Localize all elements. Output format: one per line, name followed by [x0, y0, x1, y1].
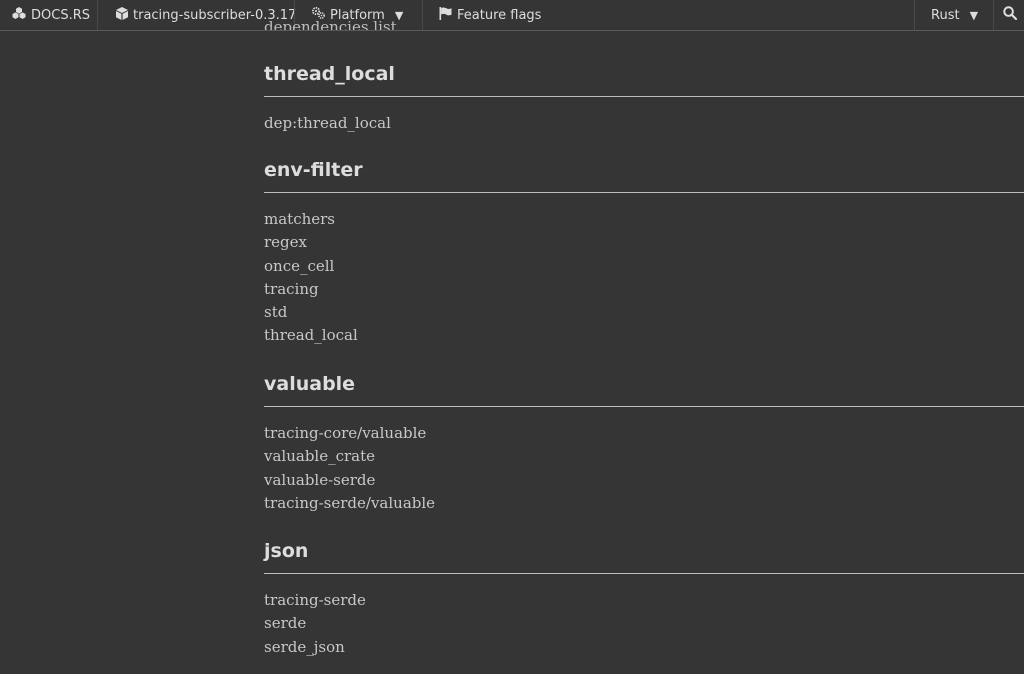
caret-down-icon: ▼ — [969, 8, 979, 22]
rust-menu-button[interactable]: Rust ▼ — [931, 0, 978, 30]
list-item: once_cell — [264, 256, 335, 275]
list-item: serde_json — [264, 637, 345, 656]
feature-flags-link[interactable]: Feature flags — [439, 0, 541, 30]
feature-heading: valuable — [264, 371, 1024, 407]
docsrs-label: DOCS.RS — [31, 7, 90, 23]
feature-section-valuable: valuable tracing-core/valuable valuable_… — [264, 371, 1024, 515]
list-item: tracing-serde — [264, 591, 366, 609]
feature-flags-label: Feature flags — [457, 7, 542, 23]
feature-section-thread-local: thread_local dep:thread_local — [264, 61, 1024, 135]
list-item: dep:thread_local — [264, 114, 391, 132]
list-item: matchers — [264, 210, 336, 228]
top-navigation-bar: DOCS.RS tracing-subscriber-0.3.17 Platfo… — [0, 0, 1024, 31]
clipped-text-line: dependencies list — [264, 18, 397, 31]
flag-icon — [439, 6, 452, 24]
list-item: tracing — [264, 279, 319, 298]
clipped-text: dependencies list — [264, 18, 397, 31]
list-item: valuable_crate — [264, 447, 376, 466]
feature-heading: thread_local — [264, 61, 1024, 97]
feature-heading: json — [264, 538, 1024, 574]
nav-divider — [97, 0, 98, 30]
list-item: valuable-serde — [264, 470, 376, 489]
feature-dependency-list: tracing-core/valuable valuable_crate val… — [264, 422, 1024, 515]
feature-dependency-list: matchers regex once_cell tracing std thr… — [264, 208, 1024, 348]
docsrs-cubes-icon — [12, 7, 26, 23]
search-button[interactable] — [1003, 0, 1018, 30]
nav-divider — [422, 0, 423, 30]
cube-icon — [116, 6, 128, 24]
feature-heading: env-filter — [264, 157, 1024, 193]
nav-divider — [914, 0, 915, 30]
list-item: thread_local — [264, 326, 358, 345]
docsrs-home-link[interactable]: DOCS.RS — [12, 0, 90, 30]
feature-section-env-filter: env-filter matchers regex once_cell trac… — [264, 157, 1024, 348]
rust-label: Rust — [931, 7, 960, 23]
list-item: tracing-core/valuable — [264, 424, 427, 442]
search-icon — [1003, 6, 1018, 24]
feature-section-json: json tracing-serde serde serde_json — [264, 538, 1024, 659]
list-item: serde — [264, 614, 307, 633]
feature-dependency-list: dep:thread_local — [264, 112, 1024, 135]
nav-divider — [993, 0, 994, 30]
list-item: regex — [264, 233, 307, 252]
list-item: std — [264, 303, 288, 322]
feature-dependency-list: tracing-serde serde serde_json — [264, 589, 1024, 659]
list-item: tracing-serde/valuable — [264, 493, 436, 512]
